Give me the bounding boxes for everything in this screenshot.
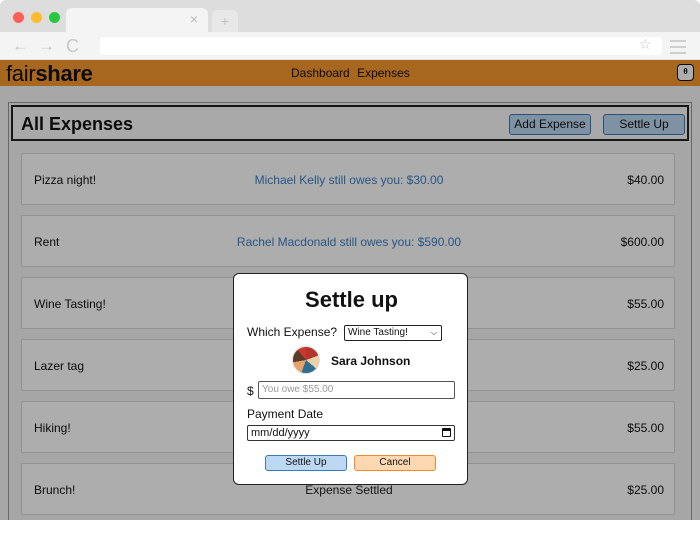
- which-expense-label: Which Expense?: [247, 325, 338, 339]
- amount-input[interactable]: You owe $55.00: [258, 381, 455, 399]
- maximize-window-button[interactable]: [49, 12, 60, 23]
- bookmark-star-icon[interactable]: ☆: [639, 36, 652, 53]
- browser-tab[interactable]: ×: [66, 8, 208, 32]
- close-window-button[interactable]: [13, 12, 24, 23]
- avatar: [292, 346, 320, 374]
- url-bar[interactable]: [100, 37, 662, 55]
- modal-settle-up-button[interactable]: Settle Up: [265, 455, 347, 471]
- new-tab-icon[interactable]: +: [212, 10, 238, 32]
- date-placeholder: mm/dd/yyyy: [251, 427, 310, 439]
- calendar-icon[interactable]: [442, 428, 451, 437]
- user-name: Sara Johnson: [331, 354, 411, 368]
- minimize-window-button[interactable]: [31, 12, 42, 23]
- back-arrow-icon[interactable]: ←: [12, 36, 29, 56]
- forward-arrow-icon[interactable]: →: [38, 36, 55, 56]
- payment-date-label: Payment Date: [247, 407, 324, 421]
- dollar-sign: $: [247, 384, 254, 398]
- settle-up-modal: Settle up Which Expense? Wine Tasting! ⌵…: [233, 273, 468, 485]
- browser-toolbar: ← → C ☆: [0, 32, 700, 60]
- expense-select[interactable]: Wine Tasting! ⌵: [344, 325, 442, 341]
- close-tab-icon[interactable]: ×: [190, 11, 198, 27]
- modal-title: Settle up: [305, 287, 398, 312]
- chevron-down-icon: ⌵: [430, 328, 437, 337]
- browser-titlebar: × +: [0, 0, 700, 32]
- menu-icon[interactable]: [670, 40, 686, 58]
- selected-expense-value: Wine Tasting!: [348, 327, 408, 338]
- reload-icon[interactable]: C: [66, 36, 79, 56]
- payment-date-input[interactable]: mm/dd/yyyy: [247, 425, 455, 441]
- modal-cancel-button[interactable]: Cancel: [354, 455, 436, 471]
